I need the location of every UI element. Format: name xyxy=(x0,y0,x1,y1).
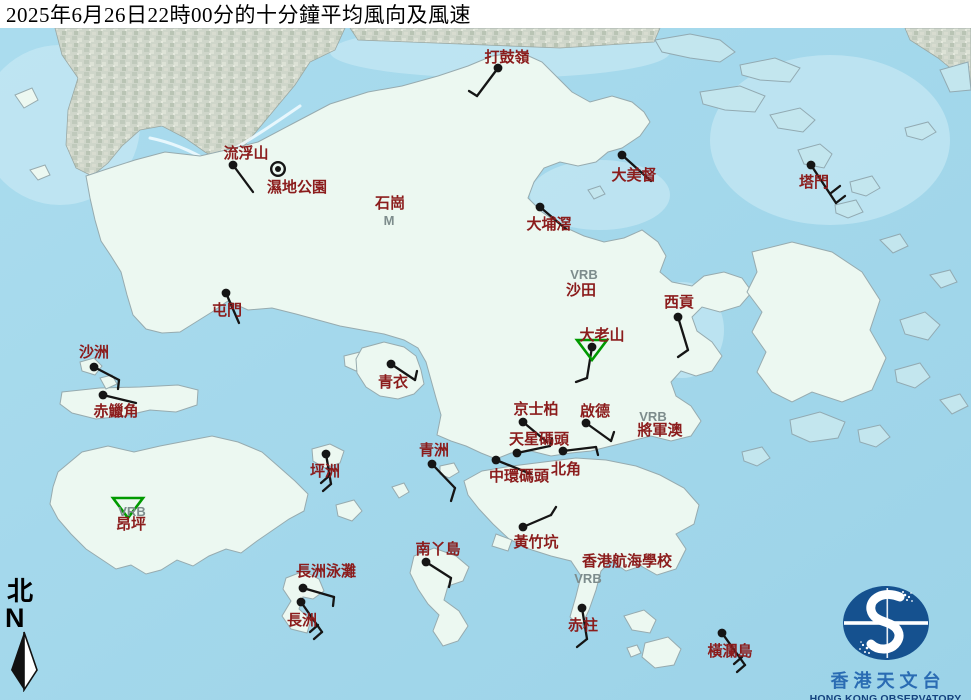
vrb-annotation: VRB xyxy=(574,571,601,586)
hko-name-english: HONG KONG OBSERVATORY xyxy=(800,693,971,700)
station-label: 屯門 xyxy=(212,301,242,319)
station-label: 天星碼頭 xyxy=(509,431,570,448)
wind-barb-feather xyxy=(118,380,119,389)
calm-wind-icon-center xyxy=(275,166,281,172)
station-dot xyxy=(536,203,545,212)
station-label: 昂坪 xyxy=(116,516,146,533)
compass-needle xyxy=(3,630,47,692)
station-label: 塔門 xyxy=(799,173,829,191)
station-label: 啟德 xyxy=(580,402,610,420)
station-dot xyxy=(297,598,306,607)
station-label: 赤鱲角 xyxy=(93,402,138,420)
station-label: 沙洲 xyxy=(79,344,109,361)
station-dot xyxy=(428,460,437,469)
station-dot xyxy=(99,391,108,400)
station-dot xyxy=(90,363,99,372)
wind-barb-feather xyxy=(333,597,334,606)
station-dot xyxy=(674,313,683,322)
station-dot xyxy=(618,151,627,160)
station-label: 沙田 xyxy=(566,282,596,299)
station-label: 青洲 xyxy=(419,441,449,459)
station-dot xyxy=(513,449,522,458)
station-dot xyxy=(718,629,727,638)
station-dot xyxy=(519,523,528,532)
station-label: 香港航海學校 xyxy=(582,552,673,570)
station-label: 橫瀾島 xyxy=(707,642,752,660)
station-dot xyxy=(492,456,501,465)
compass-north-letter: N xyxy=(3,606,47,630)
station-dot xyxy=(299,584,308,593)
station-label: 赤柱 xyxy=(568,616,598,634)
station-label: 流浮山 xyxy=(223,144,268,162)
station-label: 將軍澳 xyxy=(637,421,683,439)
station-label: 南丫島 xyxy=(415,540,460,558)
map-title: 2025年6月26日22時00分的十分鐘平均風向及風速 xyxy=(0,0,471,29)
station-label: 西貢 xyxy=(664,294,694,311)
station-label: 北角 xyxy=(551,460,581,478)
station-dot xyxy=(578,604,587,613)
station-label: 大埔滘 xyxy=(526,215,571,233)
wind-map-screenshot: 2025年6月26日22時00分的十分鐘平均風向及風速 xyxy=(0,0,971,700)
station-dot xyxy=(807,161,816,170)
station-dot xyxy=(387,360,396,369)
station-dot xyxy=(519,418,528,427)
hko-logo: 香港天文台 HONG KONG OBSERVATORY xyxy=(800,584,971,700)
station-label: 中環碼頭 xyxy=(489,467,550,485)
station-label: 大老山 xyxy=(579,326,624,344)
hko-emblem-icon xyxy=(840,584,932,664)
station-label: 打鼓嶺 xyxy=(484,48,529,66)
station-label: 青衣 xyxy=(378,373,408,391)
station-label: 京士柏 xyxy=(513,400,558,418)
vrb-annotation: VRB xyxy=(639,409,666,424)
station-label: 石崗 xyxy=(374,194,405,212)
title-bar: 2025年6月26日22時00分的十分鐘平均風向及風速 xyxy=(0,0,971,28)
north-compass: 北 N xyxy=(3,578,47,697)
station-label: 坪洲 xyxy=(310,463,340,480)
station-label: 長洲 xyxy=(287,612,317,629)
station: VRB沙田 xyxy=(566,267,598,299)
station-dot xyxy=(422,558,431,567)
vrb-annotation: VRB xyxy=(570,267,597,282)
station-dot xyxy=(222,289,231,298)
compass-north-chinese: 北 xyxy=(3,578,47,606)
missing-data-annotation: M xyxy=(384,213,395,228)
station-label: 濕地公園 xyxy=(267,178,327,196)
station-dot xyxy=(559,447,568,456)
station-label: 大美督 xyxy=(611,166,656,184)
station-label: 長洲泳灘 xyxy=(296,562,356,580)
station-label: 黃竹坑 xyxy=(513,533,558,551)
hko-name-chinese: 香港天文台 xyxy=(800,667,971,693)
station-dot xyxy=(322,450,331,459)
station: VRB昂坪 xyxy=(113,498,146,533)
